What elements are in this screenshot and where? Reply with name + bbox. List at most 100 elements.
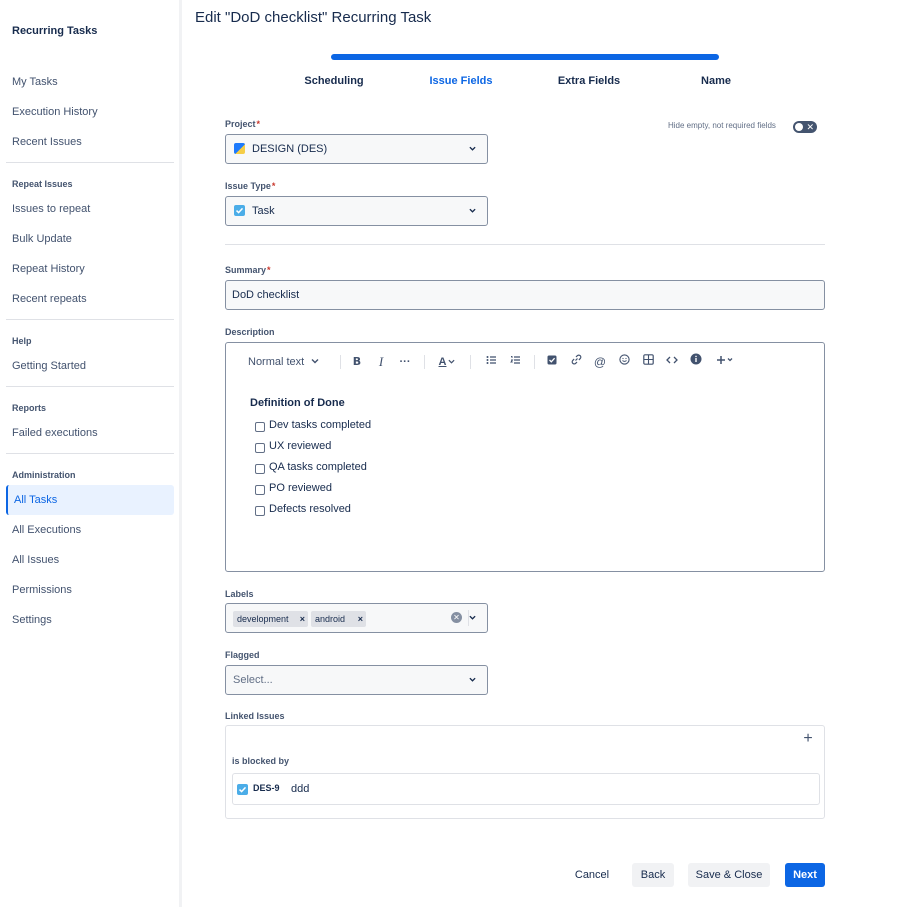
label-chip: android × [311,611,366,627]
sidebar-item-my-tasks[interactable]: My Tasks [0,67,174,97]
numbered-list-icon[interactable] [506,353,524,371]
sidebar-section-repeat-issues: Repeat Issues [12,179,73,189]
chevron-down-icon [469,146,476,151]
checkbox[interactable] [255,422,265,432]
hide-empty-toggle[interactable]: ✕ [793,121,817,133]
save-close-button[interactable]: Save & Close [688,863,770,887]
sidebar-divider [6,453,174,454]
flagged-label: Flagged [225,650,260,660]
sidebar-item-bulk-update[interactable]: Bulk Update [0,224,174,254]
text-style-dropdown[interactable]: Normal text [248,353,328,371]
link-icon[interactable] [567,353,585,371]
sidebar-section-reports: Reports [12,403,47,413]
remove-label-icon[interactable]: × [300,611,305,627]
issue-key[interactable]: DES-9 [253,783,280,793]
clear-icon[interactable]: ✕ [451,612,462,623]
bold-icon[interactable]: B [348,353,366,371]
project-select[interactable]: DESIGN (DES) [225,134,488,164]
sidebar-divider [6,319,174,320]
sidebar-item-permissions[interactable]: Permissions [0,575,174,605]
checkbox[interactable] [255,443,265,453]
sidebar-item-failed-executions[interactable]: Failed executions [0,418,174,448]
cancel-button[interactable]: Cancel [564,863,620,887]
description-label: Description [225,327,275,337]
task-type-icon [234,205,245,216]
checkbox[interactable] [255,464,265,474]
chevron-down-icon [469,208,476,213]
issue-type-value: Task [252,205,275,217]
labels-select[interactable]: development × android × ✕ [225,603,488,633]
remove-label-icon[interactable]: × [358,611,363,627]
toolbar-separator [424,355,425,369]
sidebar-item-all-tasks[interactable]: All Tasks [6,485,174,515]
hide-empty-label: Hide empty, not required fields [668,121,776,130]
sidebar-item-repeat-history[interactable]: Repeat History [0,254,174,284]
more-formatting-icon[interactable]: ··· [396,353,414,371]
sidebar-item-settings[interactable]: Settings [0,605,174,635]
project-label: Project* [225,119,261,129]
toggle-off-icon: ✕ [806,122,814,132]
code-icon[interactable] [663,353,681,371]
sidebar-divider [6,162,174,163]
page-title: Edit "DoD checklist" Recurring Task [195,9,432,26]
flagged-select[interactable]: Select... [225,665,488,695]
step-extra-fields[interactable]: Extra Fields [529,75,649,87]
sidebar-item-recent-issues[interactable]: Recent Issues [0,127,174,157]
label-chip: development × [233,611,308,627]
project-value: DESIGN (DES) [252,143,328,155]
summary-input[interactable]: DoD checklist [225,280,825,310]
checkbox[interactable] [255,506,265,516]
table-icon[interactable] [639,353,657,371]
insert-more-icon[interactable] [712,353,738,371]
sidebar-item-issues-to-repeat[interactable]: Issues to repeat [0,194,174,224]
flagged-placeholder: Select... [233,674,273,686]
toolbar-separator [534,355,535,369]
linked-issue-row[interactable]: DES-9 ddd [232,773,820,805]
linked-issues-panel: + is blocked by DES-9 ddd [225,725,825,819]
action-item-icon[interactable] [543,353,561,371]
sidebar-section-help: Help [12,336,32,346]
sidebar-section-administration: Administration [12,470,76,480]
labels-label: Labels [225,589,254,599]
sidebar-item-execution-history[interactable]: Execution History [0,97,174,127]
dod-heading: Definition of Done [250,397,345,409]
link-relation: is blocked by [232,756,290,766]
task-type-icon [237,784,248,795]
description-editor[interactable]: Normal text B I ··· A @ Definition of Do… [225,342,825,572]
sidebar-item-all-executions[interactable]: All Executions [0,515,174,545]
issue-summary: ddd [291,783,310,795]
text-color-icon[interactable]: A [434,353,460,371]
toggle-knob [795,123,803,131]
chevron-down-icon[interactable] [469,614,476,621]
next-button[interactable]: Next [785,863,825,887]
italic-icon[interactable]: I [372,353,390,371]
bullet-list-icon[interactable] [482,353,500,371]
form-divider [225,244,825,245]
issue-type-select[interactable]: Task [225,196,488,226]
linked-issues-label: Linked Issues [225,711,285,721]
step-issue-fields[interactable]: Issue Fields [401,75,521,87]
project-avatar-icon [234,143,245,154]
wizard-progress-bar [331,54,719,60]
sidebar: Recurring Tasks My Tasks Execution Histo… [0,0,182,907]
summary-label: Summary* [225,265,271,275]
info-panel-icon[interactable] [687,353,705,371]
sidebar-divider [6,386,174,387]
toolbar-separator [470,355,471,369]
step-name[interactable]: Name [656,75,776,87]
checkbox[interactable] [255,485,265,495]
sidebar-item-getting-started[interactable]: Getting Started [0,351,174,381]
mention-icon[interactable]: @ [591,353,609,371]
sidebar-item-recent-repeats[interactable]: Recent repeats [0,284,174,314]
step-scheduling[interactable]: Scheduling [274,75,394,87]
toolbar-separator [340,355,341,369]
chevron-down-icon [311,359,319,364]
app-title: Recurring Tasks [12,25,98,37]
summary-value: DoD checklist [232,289,300,301]
emoji-icon[interactable] [615,353,633,371]
chevron-down-icon [469,677,476,682]
issue-type-label: Issue Type* [225,181,276,191]
add-link-icon[interactable]: + [800,731,816,747]
back-button[interactable]: Back [632,863,674,887]
sidebar-item-all-issues[interactable]: All Issues [0,545,174,575]
